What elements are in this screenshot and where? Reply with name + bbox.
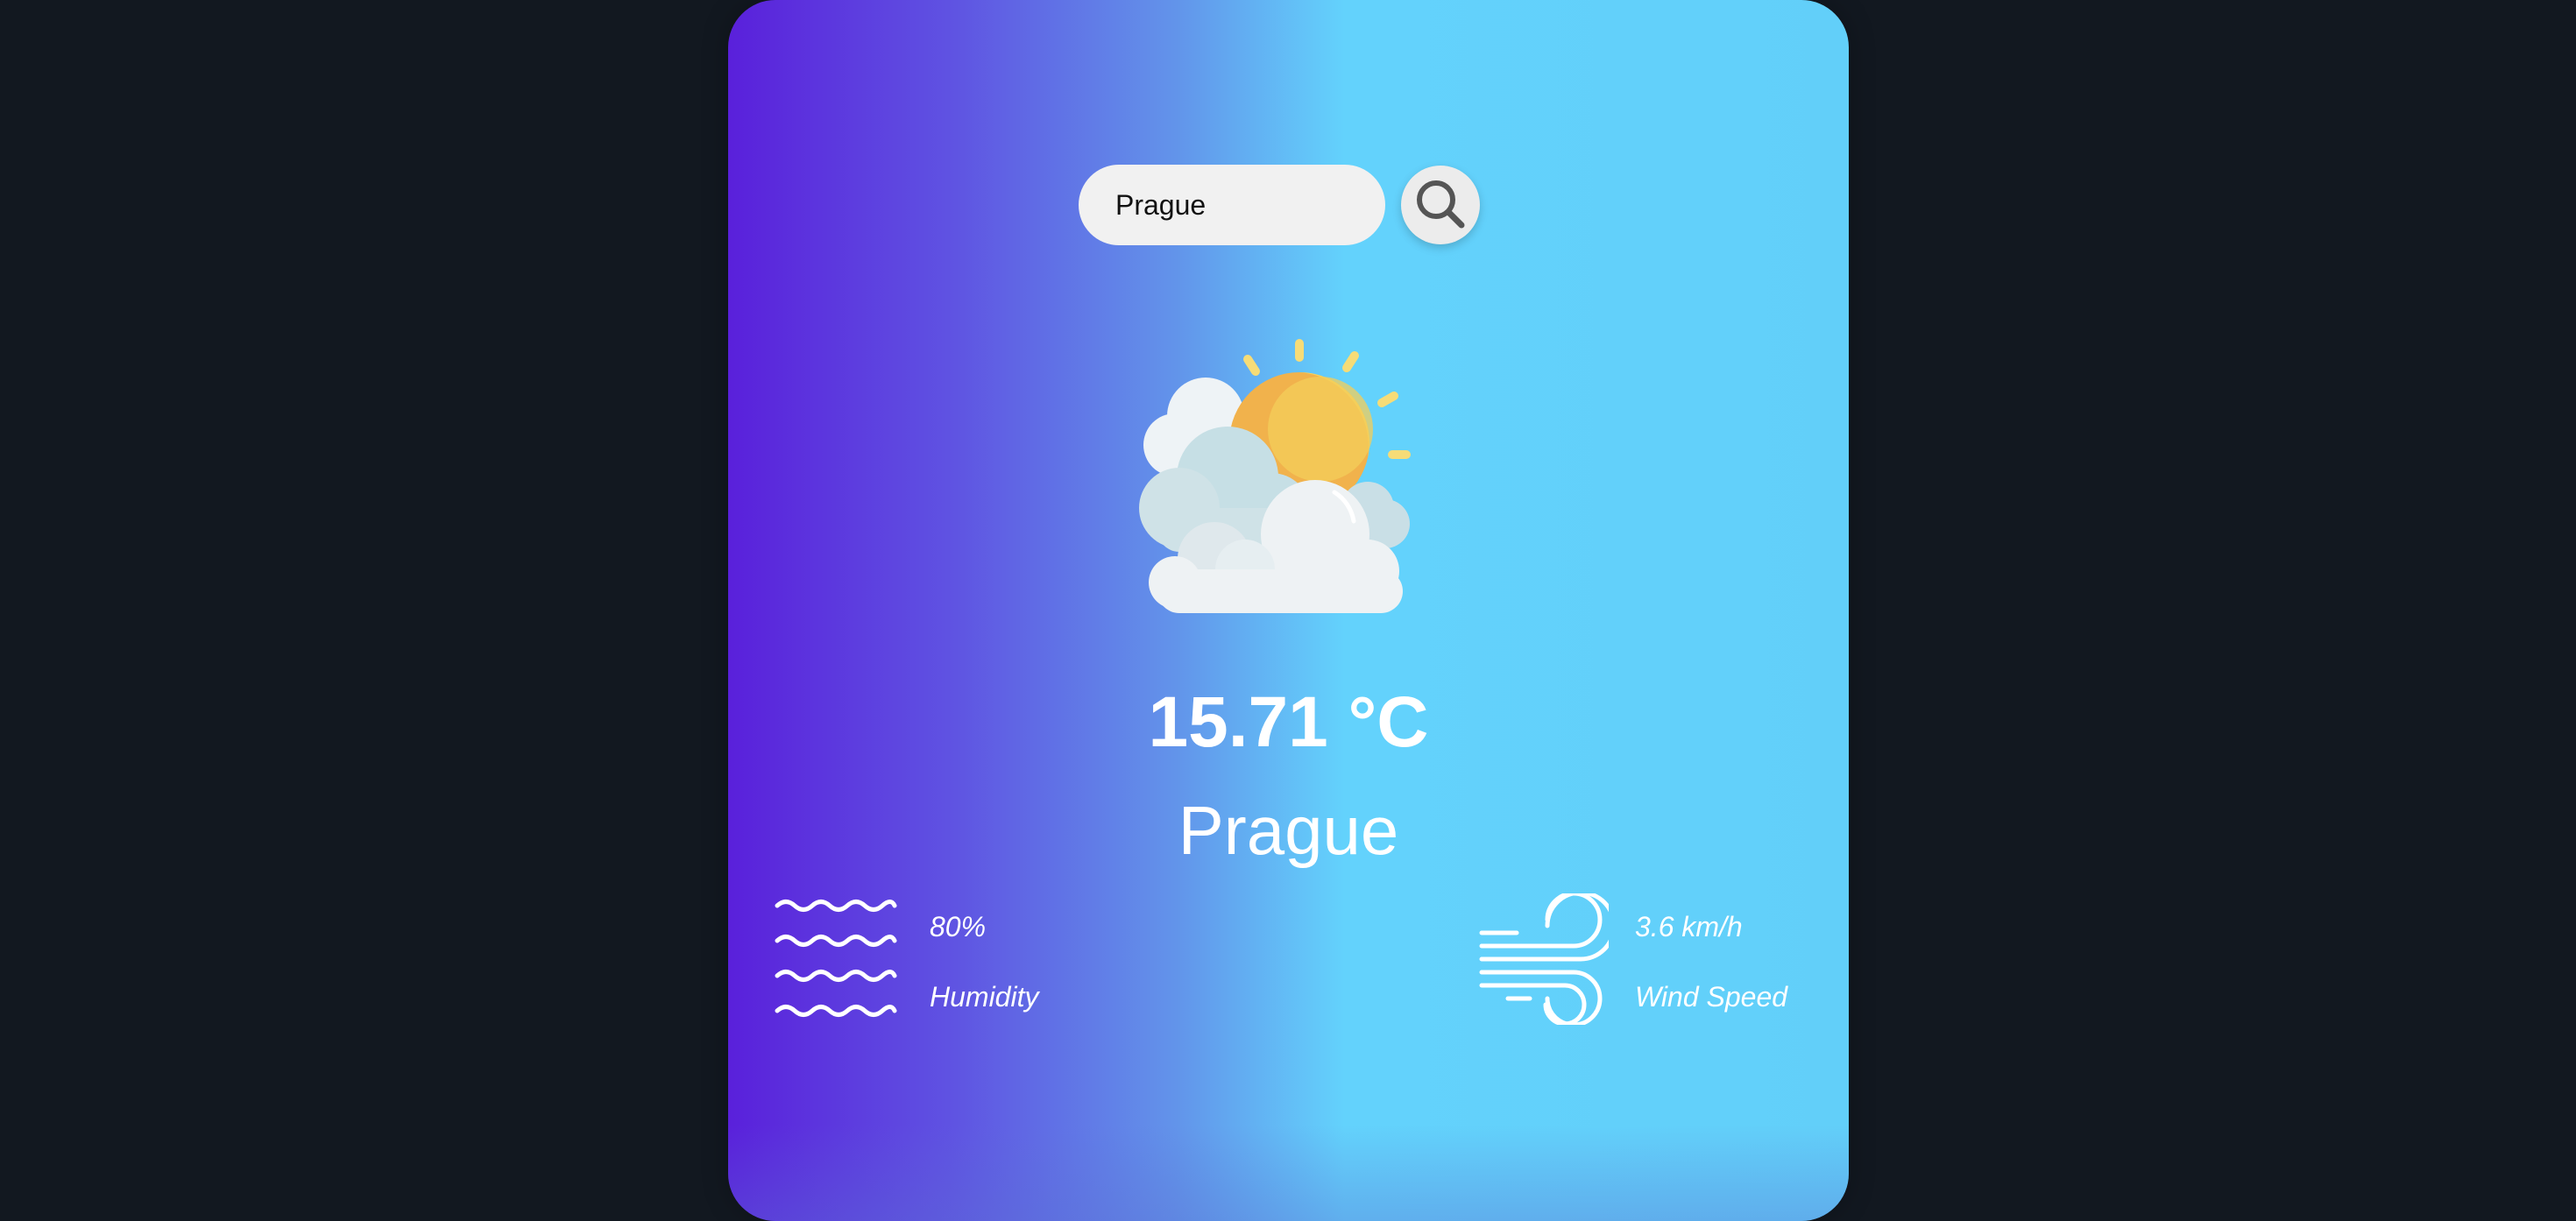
humidity-waves-icon <box>772 893 903 1029</box>
city-name: Prague <box>1178 792 1399 869</box>
humidity-detail: 80% Humidity <box>772 893 1038 1029</box>
wind-detail: 3.6 km/h Wind Speed <box>1477 890 1787 1029</box>
temperature: 15.71 °C <box>1148 682 1429 762</box>
search-icon <box>1412 176 1468 235</box>
weather-card: 15.71 °C Prague 80% Humidity <box>728 0 1849 1221</box>
search-input[interactable] <box>1079 165 1385 245</box>
humidity-text: 80% Humidity <box>930 909 1038 1014</box>
search-bar <box>1079 165 1480 245</box>
humidity-value: 80% <box>930 910 987 942</box>
app-background: 15.71 °C Prague 80% Humidity <box>0 0 2576 1221</box>
search-button[interactable] <box>1401 166 1480 244</box>
wind-icon <box>1477 890 1617 1029</box>
wind-speed-value: 3.6 km/h <box>1635 910 1743 942</box>
humidity-label: Humidity <box>930 980 1039 1013</box>
partly-cloudy-icon <box>1105 333 1438 622</box>
wind-text: 3.6 km/h Wind Speed <box>1635 909 1787 1014</box>
wind-speed-label: Wind Speed <box>1635 980 1788 1013</box>
